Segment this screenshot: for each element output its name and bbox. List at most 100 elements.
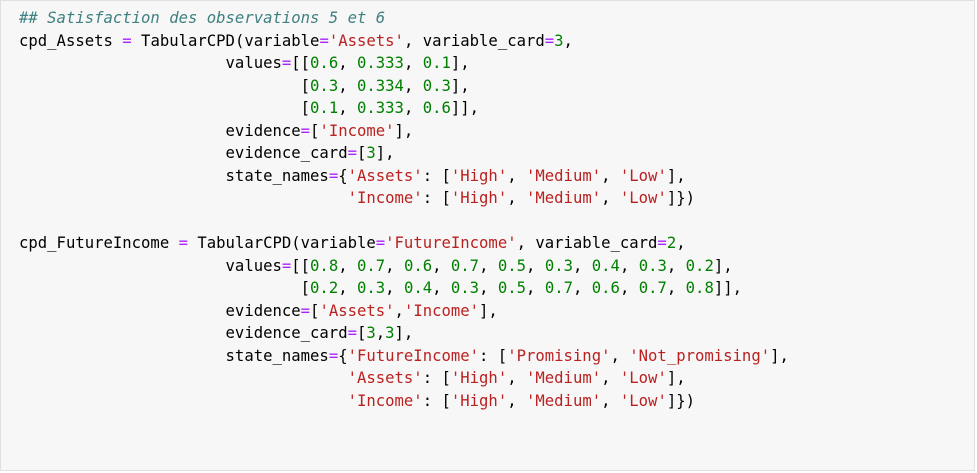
code-string: 'Low': [619, 166, 667, 185]
code-operator: =: [281, 256, 292, 275]
code-number: 0.3: [422, 76, 451, 95]
code-text: ],: [666, 166, 686, 185]
code-line: values=[[0.6, 0.333, 0.1],: [19, 52, 789, 75]
code-text: [[: [291, 256, 311, 275]
code-text: , variable_card: [403, 31, 545, 50]
code-text: ,: [610, 346, 630, 365]
code-text: : [: [422, 369, 451, 387]
code-line: 'Income': ['High', 'Medium', 'Low']}): [19, 390, 789, 413]
code-string: 'Medium': [526, 166, 602, 185]
code-string: 'High': [450, 391, 508, 410]
code-number: 0.333: [357, 54, 404, 72]
code-text: ,: [526, 256, 545, 275]
code-number: 0.8: [310, 256, 339, 275]
code-string: 'Assets': [328, 31, 404, 50]
code-text: ]}): [666, 391, 696, 410]
code-text: : [: [422, 166, 451, 185]
code-number: 0.7: [638, 279, 667, 297]
code-line: cpd_Assets = TabularCPD(variable='Assets…: [19, 30, 789, 53]
code-editor[interactable]: ## Satisfaction des observations 5 et 6 c…: [19, 7, 789, 412]
code-text: : [: [422, 391, 451, 410]
code-text: ,: [385, 256, 404, 275]
code-text: ,: [601, 189, 620, 207]
code-line: values=[[0.8, 0.7, 0.6, 0.7, 0.5, 0.3, 0…: [19, 255, 789, 278]
code-number: 0.334: [357, 76, 404, 95]
code-text: ],: [479, 301, 498, 320]
code-operator: =: [375, 234, 386, 252]
code-text: ,: [507, 166, 526, 185]
code-line: evidence_card=[3,3],: [19, 322, 789, 345]
code-text: evidence: [19, 121, 301, 140]
code-number: 0.5: [497, 279, 527, 297]
code-string: 'Promising': [507, 346, 611, 365]
code-string: 'Assets': [319, 301, 395, 320]
code-text: [: [356, 324, 367, 342]
code-text: : [: [479, 346, 508, 365]
code-text: [[: [291, 54, 311, 72]
code-string: 'Income': [403, 301, 480, 320]
code-text: ],: [770, 346, 789, 365]
code-text: ,: [385, 279, 404, 297]
code-text: ]],: [450, 99, 480, 117]
code-line: evidence_card=[3],: [19, 142, 789, 165]
code-text: ,: [375, 324, 386, 342]
code-string: 'Assets': [347, 166, 423, 185]
code-text: ,: [338, 279, 357, 297]
code-text: ,: [338, 54, 357, 72]
code-string: 'Income': [347, 189, 423, 207]
code-text: ,: [432, 256, 451, 275]
code-operator: =: [544, 31, 555, 50]
code-text: [: [19, 76, 311, 95]
code-string: 'Low': [619, 391, 667, 410]
code-text: ,: [338, 256, 357, 275]
code-text: ,: [572, 279, 592, 297]
code-line: evidence=['Income'],: [19, 120, 789, 143]
code-number: 0.1: [422, 54, 451, 72]
code-operator: =: [122, 31, 132, 50]
code-text: , variable_card: [516, 234, 658, 252]
code-string: 'Medium': [526, 189, 602, 207]
code-text: [: [356, 144, 367, 162]
code-text: ],: [394, 121, 414, 140]
code-number: 0.333: [357, 99, 404, 117]
code-text: values: [19, 256, 282, 275]
code-operator: =: [347, 324, 357, 342]
code-text: TabularCPD(variable: [188, 234, 376, 252]
code-number: 0.2: [310, 279, 339, 297]
code-string: 'Low': [619, 189, 667, 207]
code-number: 0.7: [544, 279, 573, 297]
code-text: : [: [422, 189, 451, 207]
code-text: evidence_card: [19, 144, 348, 162]
code-variable: cpd_Assets: [19, 31, 123, 50]
code-cell[interactable]: ## Satisfaction des observations 5 et 6 c…: [0, 0, 975, 471]
code-variable: cpd_FutureIncome: [19, 234, 179, 252]
code-number: 0.6: [403, 256, 433, 275]
code-text: state_names: [19, 166, 329, 185]
code-text: ,: [403, 76, 423, 95]
code-text: ,: [432, 279, 451, 297]
code-text: TabularCPD(variable: [131, 31, 320, 50]
code-number: 3: [366, 144, 376, 162]
code-operator: =: [328, 346, 339, 365]
code-text: evidence: [19, 301, 301, 320]
code-text: [: [19, 279, 311, 297]
code-text: ,: [526, 279, 545, 297]
code-string: 'Income': [347, 391, 423, 410]
code-text: ]}): [666, 189, 696, 207]
code-number: 0.4: [403, 279, 433, 297]
code-text: {: [338, 346, 348, 365]
code-number: 0.5: [497, 256, 527, 275]
code-text: ,: [666, 279, 686, 297]
code-number: 0.3: [450, 279, 480, 297]
code-line: [0.3, 0.334, 0.3],: [19, 75, 789, 98]
code-text: ],: [375, 144, 395, 162]
code-number: 0.3: [357, 279, 386, 297]
code-number: 3: [366, 324, 376, 342]
code-text: ,: [338, 99, 357, 117]
code-text: ],: [666, 369, 686, 387]
code-number: 0.7: [357, 256, 386, 275]
code-text: ,: [479, 256, 498, 275]
